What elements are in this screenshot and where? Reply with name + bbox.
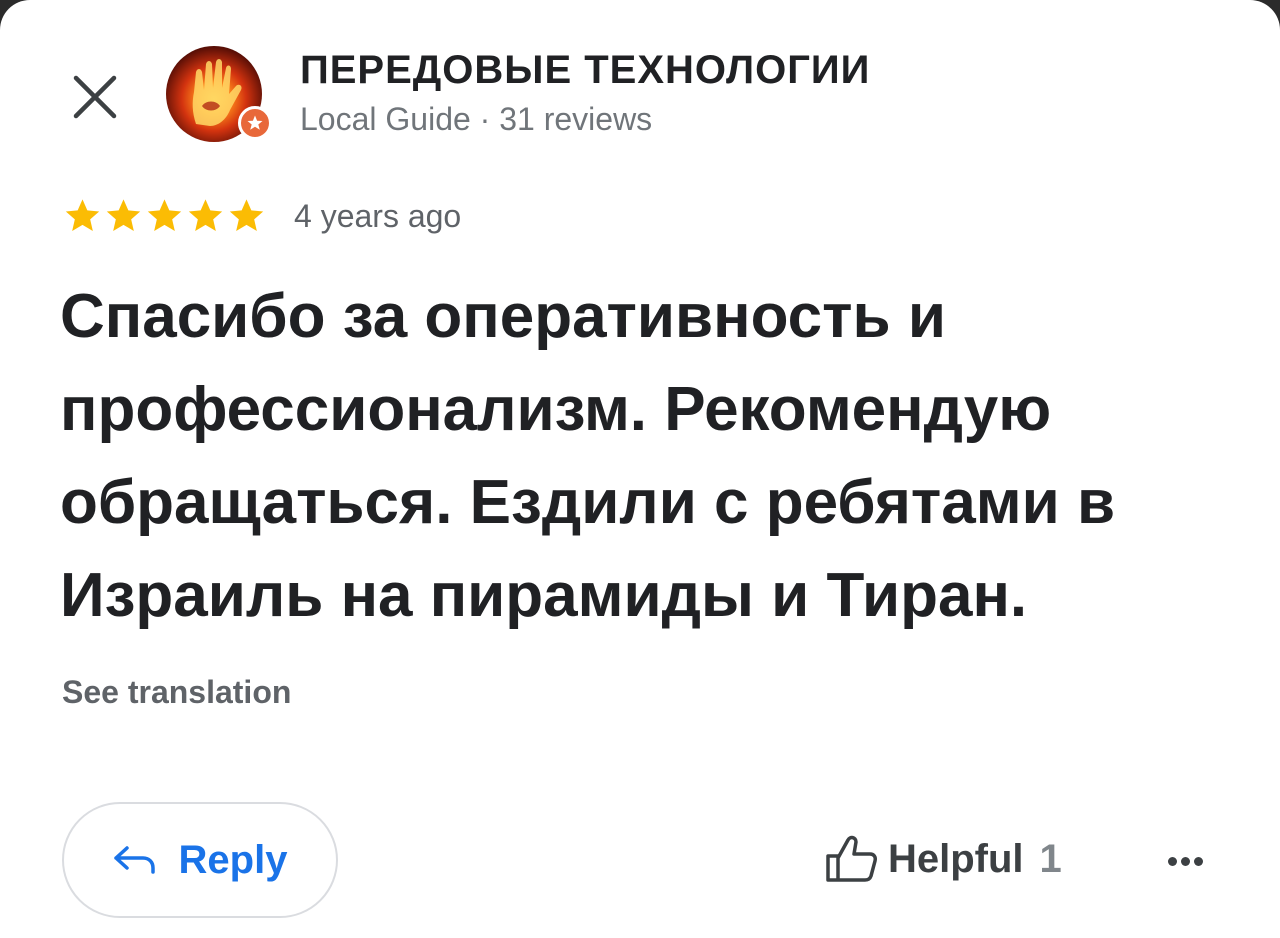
star-icon — [106, 199, 141, 231]
reply-arrow-icon — [113, 846, 155, 874]
star-rating — [62, 196, 267, 236]
review-card: ПЕРЕДОВЫЕ ТЕХНОЛОГИИ Local Guide · 31 re… — [0, 0, 1280, 938]
see-translation-link[interactable]: See translation — [62, 674, 291, 711]
review-text: Спасибо за оперативность и профессионали… — [60, 282, 1116, 630]
close-icon[interactable] — [68, 70, 122, 124]
star-icon — [188, 199, 223, 231]
helpful-label: Helpful — [888, 836, 1024, 881]
more-horizontal-icon[interactable] — [1160, 846, 1210, 876]
review-date: 4 years ago — [294, 198, 462, 234]
thumbs-up-icon — [826, 835, 877, 882]
star-icon — [229, 199, 264, 231]
avatar[interactable] — [166, 46, 272, 146]
star-icon — [65, 199, 100, 231]
reviewer-subtitle: Local Guide · 31 reviews — [300, 101, 653, 137]
reply-button[interactable]: Reply — [62, 802, 338, 918]
reviewer-name[interactable]: ПЕРЕДОВЫЕ ТЕХНОЛОГИИ — [300, 48, 870, 93]
reply-label: Reply — [178, 837, 288, 882]
helpful-count: 1 — [1039, 836, 1062, 881]
helpful-button[interactable]: Helpful 1 — [824, 834, 1062, 884]
local-guide-star-badge-icon — [238, 106, 272, 140]
star-icon — [147, 199, 182, 231]
